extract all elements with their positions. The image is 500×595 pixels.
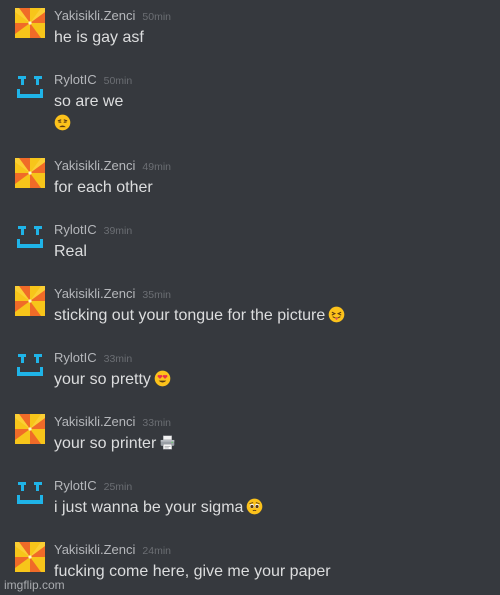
imgflip-watermark: imgflip.com — [4, 578, 65, 592]
pinwheel-avatar[interactable] — [15, 8, 45, 38]
username[interactable]: Yakisikli.Zenci — [54, 542, 135, 557]
pinwheel-avatar[interactable] — [15, 414, 45, 444]
message-content: Real — [54, 243, 87, 260]
chat-message: RylotIC 25min i just wanna be your sigma — [0, 474, 500, 538]
message-header: Yakisikli.Zenci 50min — [54, 8, 171, 25]
heart-eyes-emoji — [154, 370, 171, 387]
username[interactable]: RylotIC — [54, 222, 97, 237]
message-text: i just wanna be your sigma — [54, 498, 263, 518]
pleading-face-emoji — [246, 498, 263, 515]
message-text: fucking come here, give me your paper — [54, 562, 331, 582]
message-text: Real — [54, 242, 87, 262]
message-content: so are we — [54, 93, 124, 110]
message-content: he is gay asf — [54, 29, 144, 46]
chat-message: RylotIC 39min Real — [0, 218, 500, 282]
chat-message: Yakisikli.Zenci 33min your so printer — [0, 410, 500, 474]
message-content: fucking come here, give me your paper — [54, 563, 331, 580]
username[interactable]: RylotIC — [54, 478, 97, 493]
message-content: your so pretty — [54, 371, 151, 388]
message-text: for each other — [54, 178, 153, 198]
message-header: Yakisikli.Zenci 33min — [54, 414, 171, 431]
username[interactable]: RylotIC — [54, 350, 97, 365]
weary-face-emoji — [54, 114, 71, 131]
timestamp: 49min — [142, 161, 171, 173]
message-header: Yakisikli.Zenci 24min — [54, 542, 171, 559]
message-content: for each other — [54, 179, 153, 196]
message-header: RylotIC 33min — [54, 350, 132, 367]
message-text: so are we — [54, 92, 123, 112]
timestamp: 33min — [142, 417, 171, 429]
pixel-face-avatar[interactable] — [15, 222, 45, 252]
message-text: your so pretty — [54, 370, 171, 390]
timestamp: 50min — [103, 75, 133, 87]
chat-message: Yakisikli.Zenci 49min for each other — [0, 154, 500, 218]
pixel-face-avatar[interactable] — [15, 72, 45, 102]
chat-message: Yakisikli.Zenci 24min fucking come here, … — [0, 538, 500, 595]
username[interactable]: Yakisikli.Zenci — [54, 158, 135, 173]
timestamp: 50min — [142, 11, 171, 23]
message-content: i just wanna be your sigma — [54, 499, 244, 516]
message-header: RylotIC 39min — [54, 222, 132, 239]
chat-message: RylotIC 50min so are we — [0, 68, 500, 132]
chat-message: Yakisikli.Zenci 50min he is gay asf — [0, 4, 500, 68]
emoji-line — [54, 114, 71, 133]
username[interactable]: Yakisikli.Zenci — [54, 414, 135, 429]
chat-message: RylotIC 33min your so pretty — [0, 346, 500, 410]
pinwheel-avatar[interactable] — [15, 542, 45, 572]
pinwheel-avatar[interactable] — [15, 158, 45, 188]
printer-emoji — [159, 434, 176, 451]
message-header: Yakisikli.Zenci 49min — [54, 158, 171, 175]
message-text: he is gay asf — [54, 28, 144, 48]
message-content: your so printer — [54, 435, 157, 452]
timestamp: 35min — [142, 289, 171, 301]
timestamp: 33min — [103, 353, 133, 365]
timestamp: 39min — [103, 225, 133, 237]
username[interactable]: RylotIC — [54, 72, 97, 87]
pixel-face-avatar[interactable] — [15, 478, 45, 508]
chat-log: Yakisikli.Zenci 50min he is gay asf Rylot… — [0, 0, 500, 595]
timestamp: 24min — [142, 545, 171, 557]
pixel-face-avatar[interactable] — [15, 350, 45, 380]
username[interactable]: Yakisikli.Zenci — [54, 286, 135, 301]
message-header: Yakisikli.Zenci 35min — [54, 286, 171, 303]
pinwheel-avatar[interactable] — [15, 286, 45, 316]
message-text: sticking out your tongue for the picture — [54, 306, 345, 326]
message-text: your so printer — [54, 434, 176, 454]
message-header: RylotIC 25min — [54, 478, 132, 495]
timestamp: 25min — [103, 481, 133, 493]
message-content: sticking out your tongue for the picture — [54, 307, 326, 324]
username[interactable]: Yakisikli.Zenci — [54, 8, 135, 23]
tongue-face-emoji — [328, 306, 345, 323]
message-header: RylotIC 50min — [54, 72, 132, 89]
chat-message: Yakisikli.Zenci 35min sticking out your t… — [0, 282, 500, 346]
